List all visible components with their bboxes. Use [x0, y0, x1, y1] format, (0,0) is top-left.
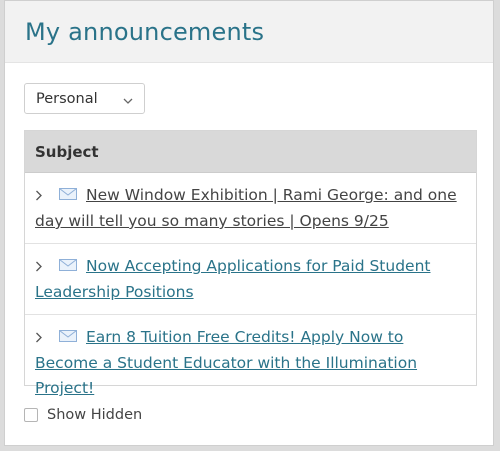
table-row: New Window Exhibition | Rami George: and… [25, 173, 476, 244]
announcement-link[interactable]: Earn 8 Tuition Free Credits! Apply Now t… [35, 328, 417, 397]
chevron-right-icon[interactable] [35, 326, 49, 351]
table-row: Now Accepting Applications for Paid Stud… [25, 244, 476, 315]
announcements-panel: My announcements Personal Subject New Wi… [4, 0, 494, 446]
panel-title: My announcements [25, 17, 265, 46]
announcement-link[interactable]: New Window Exhibition | Rami George: and… [35, 186, 457, 230]
mail-icon [59, 183, 77, 200]
mail-icon [59, 254, 77, 271]
table-row: Earn 8 Tuition Free Credits! Apply Now t… [25, 315, 476, 397]
mail-icon [59, 325, 77, 342]
chevron-right-icon[interactable] [35, 255, 49, 280]
panel-header: My announcements [5, 1, 493, 63]
select-value: Personal [36, 90, 98, 107]
show-hidden-control: Show Hidden [24, 407, 142, 423]
show-hidden-label[interactable]: Show Hidden [47, 407, 142, 423]
announcements-table: Subject New Window Exhibition | Rami Geo… [24, 130, 477, 397]
show-hidden-checkbox[interactable] [24, 408, 38, 422]
chevron-right-icon[interactable] [35, 184, 49, 209]
announcement-link[interactable]: Now Accepting Applications for Paid Stud… [35, 257, 431, 301]
announcement-type-select[interactable]: Personal [24, 83, 145, 114]
column-header-subject: Subject [25, 131, 476, 173]
chevron-down-icon [122, 92, 134, 104]
